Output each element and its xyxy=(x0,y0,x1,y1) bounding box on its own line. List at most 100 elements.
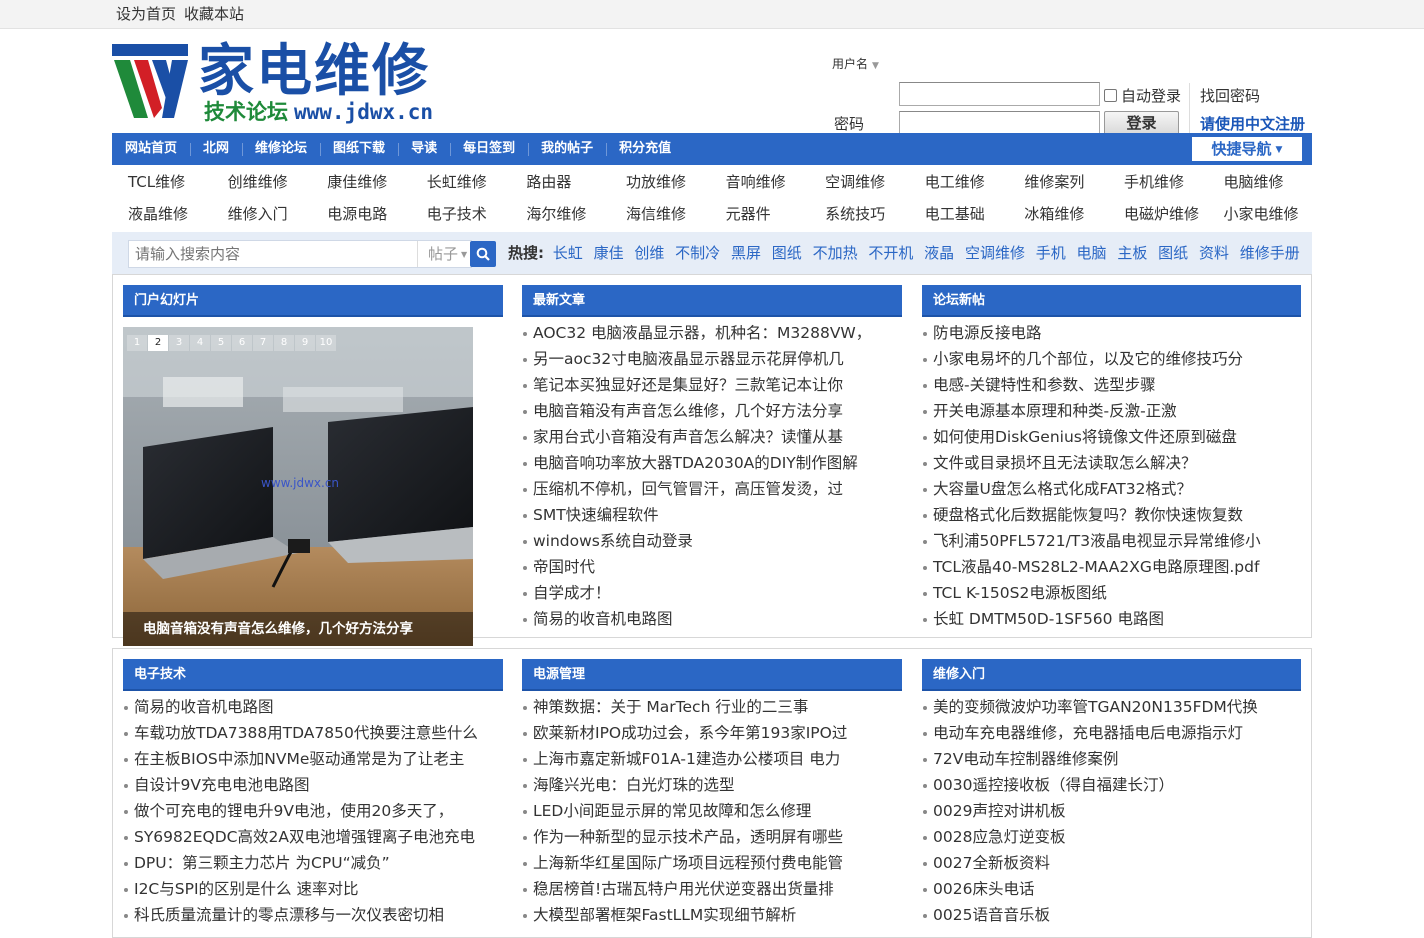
nav-item-beiwang[interactable]: 北网 xyxy=(190,133,242,165)
category-link[interactable]: 元器件 xyxy=(710,200,810,232)
category-link[interactable]: 电工基础 xyxy=(909,200,1009,232)
slide-page[interactable]: 1 xyxy=(127,335,147,351)
category-link[interactable]: 系统技巧 xyxy=(809,200,909,232)
category-link[interactable]: TCL维修 xyxy=(112,168,212,200)
category-link[interactable]: 海尔维修 xyxy=(510,200,610,232)
list-item[interactable]: AOC32 电脑液晶显示器，机种名：M3288VW， xyxy=(522,320,902,346)
hot-keyword[interactable]: 不加热 xyxy=(813,244,858,262)
list-item[interactable]: 简易的收音机电路图 xyxy=(123,694,503,720)
list-item[interactable]: 帝国时代 xyxy=(522,554,902,580)
list-item[interactable]: 0030遥控接收板（得自福建长汀） xyxy=(922,772,1301,798)
category-link[interactable]: 冰箱维修 xyxy=(1008,200,1108,232)
nav-item-recharge[interactable]: 积分充值 xyxy=(606,133,684,165)
list-item[interactable]: 上海新华红星国际广场项目远程预付费电能管 xyxy=(522,850,902,876)
nav-item-guide[interactable]: 导读 xyxy=(398,133,450,165)
list-item[interactable]: SMT快速编程软件 xyxy=(522,502,902,528)
category-link[interactable]: 维修案列 xyxy=(1008,168,1108,200)
list-item[interactable]: 开关电源基本原理和种类-反激-正激 xyxy=(922,398,1301,424)
category-link[interactable]: 音响维修 xyxy=(710,168,810,200)
forgot-password-link[interactable]: 找回密码 xyxy=(1200,85,1260,106)
category-link[interactable]: 维修入门 xyxy=(212,200,312,232)
list-item[interactable]: 神策数据：关于 MarTech 行业的二三事 xyxy=(522,694,902,720)
list-item[interactable]: LED小间距显示屏的常见故障和怎么修理 xyxy=(522,798,902,824)
hot-keyword[interactable]: 维修手册 xyxy=(1240,244,1300,262)
hot-keyword[interactable]: 液晶 xyxy=(924,244,954,262)
hot-keyword[interactable]: 图纸 xyxy=(1158,244,1188,262)
list-item[interactable]: 笔记本买独显好还是集显好？三款笔记本让你 xyxy=(522,372,902,398)
password-input[interactable] xyxy=(899,111,1100,135)
list-item[interactable]: 大模型部署框架FastLLM实现细节解析 xyxy=(522,902,902,928)
list-item[interactable]: windows系统自动登录 xyxy=(522,528,902,554)
list-item[interactable]: 电脑音响功率放大器TDA2030A的DIY制作图解 xyxy=(522,450,902,476)
category-link[interactable]: 路由器 xyxy=(510,168,610,200)
list-item[interactable]: 72V电动车控制器维修案例 xyxy=(922,746,1301,772)
list-item[interactable]: 0027全新板资料 xyxy=(922,850,1301,876)
slide-page[interactable]: 10 xyxy=(316,335,336,351)
category-link[interactable]: 手机维修 xyxy=(1108,168,1208,200)
category-link[interactable]: 空调维修 xyxy=(809,168,909,200)
list-item[interactable]: 0029声控对讲机板 xyxy=(922,798,1301,824)
list-item[interactable]: 小家电易坏的几个部位，以及它的维修技巧分 xyxy=(922,346,1301,372)
register-link[interactable]: 请使用中文注册 xyxy=(1200,113,1305,134)
list-item[interactable]: 0025语音音乐板 xyxy=(922,902,1301,928)
list-item[interactable]: TCL液晶40-MS28L2-MAA2XG电路原理图.pdf xyxy=(922,554,1301,580)
list-item[interactable]: 科氏质量流量计的零点漂移与一次仪表密切相 xyxy=(123,902,503,928)
hot-keyword[interactable]: 不制冷 xyxy=(675,244,720,262)
checkbox-icon[interactable] xyxy=(1104,89,1117,102)
nav-item-home[interactable]: 网站首页 xyxy=(112,133,190,165)
list-item[interactable]: 家用台式小音箱没有声音怎么解决？读懂从基 xyxy=(522,424,902,450)
search-button[interactable] xyxy=(470,241,496,267)
hot-keyword[interactable]: 手机 xyxy=(1036,244,1066,262)
bookmark-link[interactable]: 收藏本站 xyxy=(184,5,244,23)
slide-page[interactable]: 4 xyxy=(190,335,210,351)
slide-page[interactable]: 6 xyxy=(232,335,252,351)
category-link[interactable]: 长虹维修 xyxy=(411,168,511,200)
set-home-link[interactable]: 设为首页 xyxy=(116,5,176,23)
list-item[interactable]: 简易的收音机电路图 xyxy=(522,606,902,632)
slide-page[interactable]: 5 xyxy=(211,335,231,351)
username-input[interactable] xyxy=(899,82,1100,106)
category-link[interactable]: 功放维修 xyxy=(610,168,710,200)
list-item[interactable]: 在主板BIOS中添加NVMe驱动通常是为了让老主 xyxy=(123,746,503,772)
category-link[interactable]: 液晶维修 xyxy=(112,200,212,232)
list-item[interactable]: 上海市嘉定新城F01A-1建造办公楼项目 电力 xyxy=(522,746,902,772)
slide-page[interactable]: 9 xyxy=(295,335,315,351)
list-item[interactable]: SY6982EQDC高效2A双电池增强锂离子电池充电 xyxy=(123,824,503,850)
list-item[interactable]: 做个可充电的锂电升9V电池，使用20多天了， xyxy=(123,798,503,824)
list-item[interactable]: 压缩机不停机，回气管冒汗，高压管发烫，过 xyxy=(522,476,902,502)
list-item[interactable]: 欧莱新材IPO成功过会，系今年第193家IPO过 xyxy=(522,720,902,746)
hot-keyword[interactable]: 不开机 xyxy=(868,244,913,262)
hot-keyword[interactable]: 黑屏 xyxy=(731,244,761,262)
list-item[interactable]: 0026床头电话 xyxy=(922,876,1301,902)
list-item[interactable]: 自设计9V充电电池电路图 xyxy=(123,772,503,798)
list-item[interactable]: 自学成才！ xyxy=(522,580,902,606)
auto-login-checkbox[interactable]: 自动登录 xyxy=(1104,85,1181,106)
slide-page-active[interactable]: 2 xyxy=(148,335,168,351)
login-button[interactable]: 登录 xyxy=(1104,111,1179,135)
hot-keyword[interactable]: 长虹 xyxy=(553,244,583,262)
search-input[interactable] xyxy=(129,241,399,267)
list-item[interactable]: 电脑音箱没有声音怎么维修，几个好方法分享 xyxy=(522,398,902,424)
slideshow[interactable]: 1 2 3 4 5 6 7 8 9 10 www.jdwx.cn 电脑音箱没有声… xyxy=(123,327,473,646)
list-item[interactable]: 防电源反接电路 xyxy=(922,320,1301,346)
hot-keyword[interactable]: 空调维修 xyxy=(965,244,1025,262)
category-link[interactable]: 小家电维修 xyxy=(1208,200,1308,232)
list-item[interactable]: I2C与SPI的区别是什么 速率对比 xyxy=(123,876,503,902)
list-item[interactable]: 车载功放TDA7388用TDA7850代换要注意些什么 xyxy=(123,720,503,746)
category-link[interactable]: 电子技术 xyxy=(411,200,511,232)
hot-keyword[interactable]: 康佳 xyxy=(594,244,624,262)
list-item[interactable]: 文件或目录损坏且无法读取怎么解决？ xyxy=(922,450,1301,476)
list-item[interactable]: 作为一种新型的显示技术产品，透明屏有哪些 xyxy=(522,824,902,850)
list-item[interactable]: 电动车充电器维修，充电器插电后电源指示灯 xyxy=(922,720,1301,746)
category-link[interactable]: 电源电路 xyxy=(311,200,411,232)
hot-keyword[interactable]: 资料 xyxy=(1199,244,1229,262)
list-item[interactable]: 美的变频微波炉功率管TGAN20N135FDM代换 xyxy=(922,694,1301,720)
list-item[interactable]: 飞利浦50PFL5721/T3液晶电视显示异常维修小 xyxy=(922,528,1301,554)
category-link[interactable]: 康佳维修 xyxy=(311,168,411,200)
nav-item-my-posts[interactable]: 我的帖子 xyxy=(528,133,606,165)
hot-keyword[interactable]: 图纸 xyxy=(772,244,802,262)
category-link[interactable]: 电工维修 xyxy=(909,168,1009,200)
hot-keyword[interactable]: 电脑 xyxy=(1077,244,1107,262)
list-item[interactable]: 硬盘格式化后数据能恢复吗？教你快速恢复数 xyxy=(922,502,1301,528)
list-item[interactable]: TCL K-150S2电源板图纸 xyxy=(922,580,1301,606)
